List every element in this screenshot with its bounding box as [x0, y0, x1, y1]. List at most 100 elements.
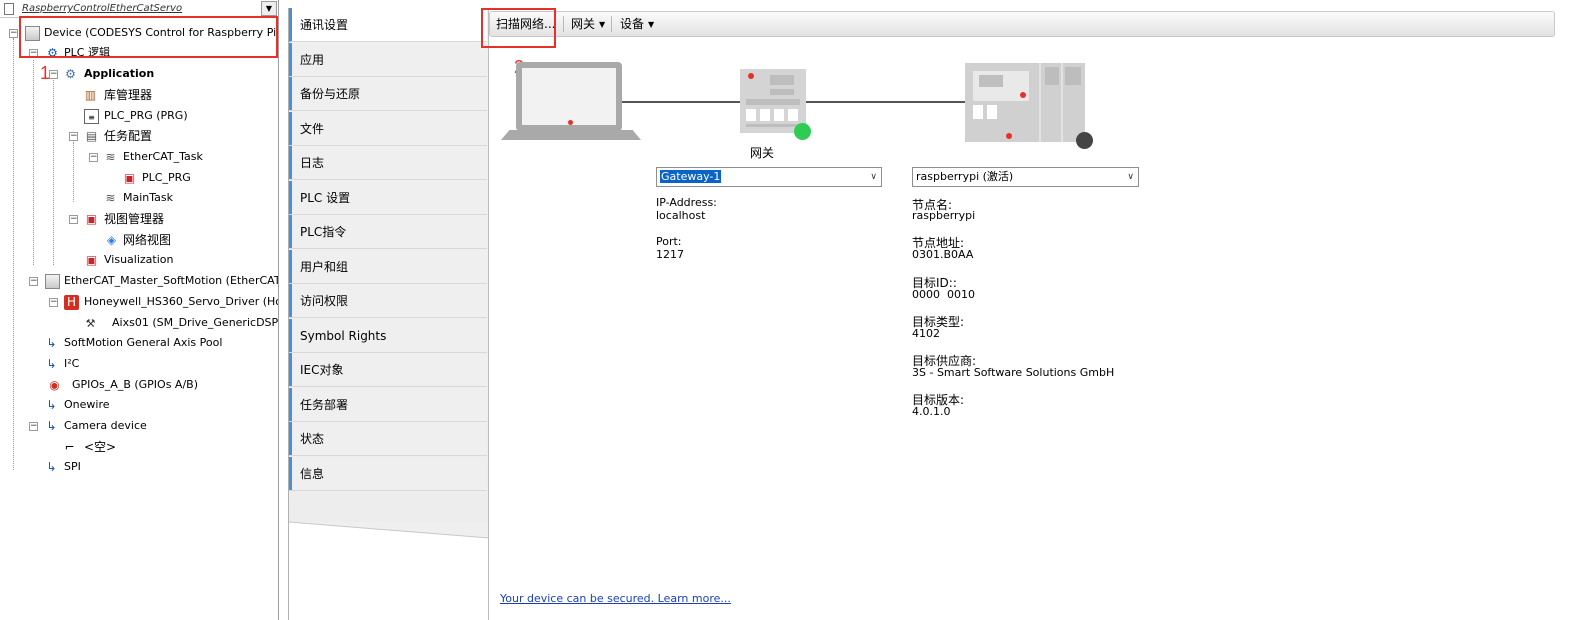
nav-label: 访问权限 [300, 294, 349, 308]
empty-slot-icon: ⌐ [64, 440, 75, 454]
settings-nav: 通讯设置 应用 备份与还原 文件 日志 PLC 设置 PLC指令 用户和组 访问… [288, 8, 489, 620]
nav-item-files[interactable]: 文件 [289, 112, 487, 146]
tree-item-ethercat-task[interactable]: − ≋ EtherCAT_Task [0, 147, 278, 167]
connection-line [806, 101, 965, 103]
tree-item-label: PLC_PRG [142, 171, 191, 184]
task-stack-icon: ≋ [105, 191, 116, 205]
nav-label: 状态 [300, 432, 325, 446]
nav-item-access-rights[interactable]: 访问权限 [289, 284, 487, 318]
nav-accent [289, 422, 292, 455]
nav-item-users-groups[interactable]: 用户和组 [289, 250, 487, 284]
nav-item-iec-objects[interactable]: IEC对象 [289, 353, 487, 387]
tree-item-view-manager[interactable]: − ▣ 视图管理器 [0, 209, 278, 229]
chevron-down-icon[interactable]: ▼ [261, 1, 277, 16]
gateway-select[interactable]: Gateway-1 ∨ [656, 167, 882, 187]
tree-item-axis01[interactable]: ⚒ Aixs01 (SM_Drive_GenericDSP402) [0, 313, 278, 333]
collapse-icon[interactable]: − [49, 70, 58, 79]
project-icon [4, 3, 14, 15]
collapse-icon[interactable]: − [89, 153, 98, 162]
comm-settings-panel: 扫描网络... 网关▼ 设备▼ 2 网关 [481, 8, 1592, 620]
chevron-down-icon: ∨ [870, 172, 877, 182]
bus-connector-icon: ↳ [46, 460, 57, 474]
target-version-value: 4.0.1.0 [912, 405, 951, 418]
tree-item-onewire[interactable]: ↳ Onewire [0, 395, 278, 415]
tree-item-camera[interactable]: − ↳ Camera device [0, 416, 278, 436]
task-stack-icon: ≋ [105, 150, 116, 164]
collapse-icon[interactable]: − [69, 132, 78, 141]
nav-label: 通讯设置 [300, 18, 349, 32]
collapse-icon[interactable]: − [9, 29, 18, 38]
tree-item-spi[interactable]: ↳ SPI [0, 457, 278, 477]
comm-toolbar: 扫描网络... 网关 ▼ 设备 ▼ [489, 11, 1555, 37]
nav-item-status[interactable]: 状态 [289, 422, 487, 456]
nav-accent [289, 77, 292, 110]
nav-item-plc-settings[interactable]: PLC 设置 [289, 181, 487, 215]
secure-device-link[interactable]: Your device can be secured. Learn more..… [500, 592, 731, 605]
gateway-select-value: Gateway-1 [660, 170, 722, 183]
nav-accent [289, 146, 292, 179]
plc-status-offline-icon [1076, 132, 1093, 149]
collapse-icon[interactable]: − [49, 298, 58, 307]
nav-label: Symbol Rights [300, 329, 387, 343]
gateway-menu-button[interactable]: 网关 ▼ [567, 12, 609, 36]
nav-accent [289, 353, 292, 386]
caret-down-icon: ▼ [599, 20, 606, 29]
program-file-icon: ≡ [84, 109, 99, 124]
tree-item-ethercat-task-prg[interactable]: ▣ PLC_PRG [0, 168, 278, 188]
tree-item-label: Onewire [64, 398, 110, 411]
tree-item-label: <空> [84, 440, 117, 454]
nav-item-application[interactable]: 应用 [289, 43, 487, 77]
target-device-select[interactable]: raspberrypi (激活) ∨ [912, 167, 1139, 187]
gateway-device-graphic [746, 73, 800, 127]
annotation-box-1 [19, 16, 278, 58]
nav-label: 文件 [300, 122, 325, 136]
bus-connector-icon: ↳ [46, 398, 57, 412]
nav-item-log[interactable]: 日志 [289, 146, 487, 180]
program-call-icon: ▣ [123, 171, 136, 185]
nav-item-backup[interactable]: 备份与还原 [289, 77, 487, 111]
tree-item-gpios[interactable]: ◉ GPIOs_A_B (GPIOs A/B) [0, 375, 278, 395]
nav-item-symbol-rights[interactable]: Symbol Rights [289, 319, 487, 353]
tree-item-task-config[interactable]: − ▤ 任务配置 [0, 126, 278, 146]
tree-item-camera-empty[interactable]: ⌐ <空> [0, 437, 278, 457]
plc-device-graphic [973, 63, 1081, 142]
tree-item-maintask[interactable]: ≋ MainTask [0, 188, 278, 208]
nav-accent [289, 43, 292, 76]
bus-connector-icon: ↳ [46, 357, 57, 371]
collapse-icon[interactable]: − [29, 277, 38, 286]
nav-accent [289, 284, 292, 317]
nav-item-comm-settings[interactable]: 通讯设置 [289, 8, 487, 42]
nav-accent [289, 457, 292, 490]
collapse-icon[interactable]: − [29, 422, 38, 431]
nav-accent [289, 112, 292, 145]
annotation-number-1: 1 [40, 63, 51, 83]
tree-item-library-manager[interactable]: ▥ 库管理器 [0, 85, 278, 105]
plc-device-icon [965, 63, 1085, 142]
tree-item-servo-driver[interactable]: − H Honeywell_HS360_Servo_Driver (Honeyw [0, 292, 278, 312]
nav-accent [289, 181, 292, 214]
tree-item-i2c[interactable]: ↳ I²C [0, 354, 278, 374]
application-gear-icon: ⚙ [65, 67, 76, 81]
tree-item-label: Visualization [104, 253, 174, 266]
gateway-device-icon [740, 69, 806, 133]
network-view-icon: ◈ [106, 233, 117, 247]
target-id-value: 0000 0010 [912, 288, 975, 301]
nav-item-task-deployment[interactable]: 任务部署 [289, 388, 487, 422]
tree-item-visualization[interactable]: ▣ Visualization [0, 250, 278, 270]
ip-address-value: localhost [656, 209, 706, 222]
tree-item-network-view[interactable]: ◈ 网络视图 [0, 230, 278, 250]
nav-item-plc-shell[interactable]: PLC指令 [289, 215, 487, 249]
device-menu-button[interactable]: 设备 ▼ [616, 12, 658, 36]
nav-label: PLC 设置 [300, 191, 351, 205]
tree-item-softmotion-pool[interactable]: ↳ SoftMotion General Axis Pool [0, 333, 278, 353]
nav-item-information[interactable]: 信息 [289, 457, 487, 491]
device-tree-panel: RaspberryControlEtherCatServo ▼ − Device… [0, 0, 279, 620]
nav-accent [289, 319, 292, 352]
collapse-icon[interactable]: − [69, 215, 78, 224]
tree-item-ethercat-master[interactable]: − EtherCAT_Master_SoftMotion (EtherCAT M… [0, 271, 278, 291]
laptop-base [501, 130, 641, 140]
gateway-label: 网关 [750, 146, 775, 160]
caret-down-icon: ▼ [648, 20, 655, 29]
tree-item-plc-prg[interactable]: ≡ PLC_PRG (PRG) [0, 106, 278, 126]
nav-label: IEC对象 [300, 363, 344, 377]
